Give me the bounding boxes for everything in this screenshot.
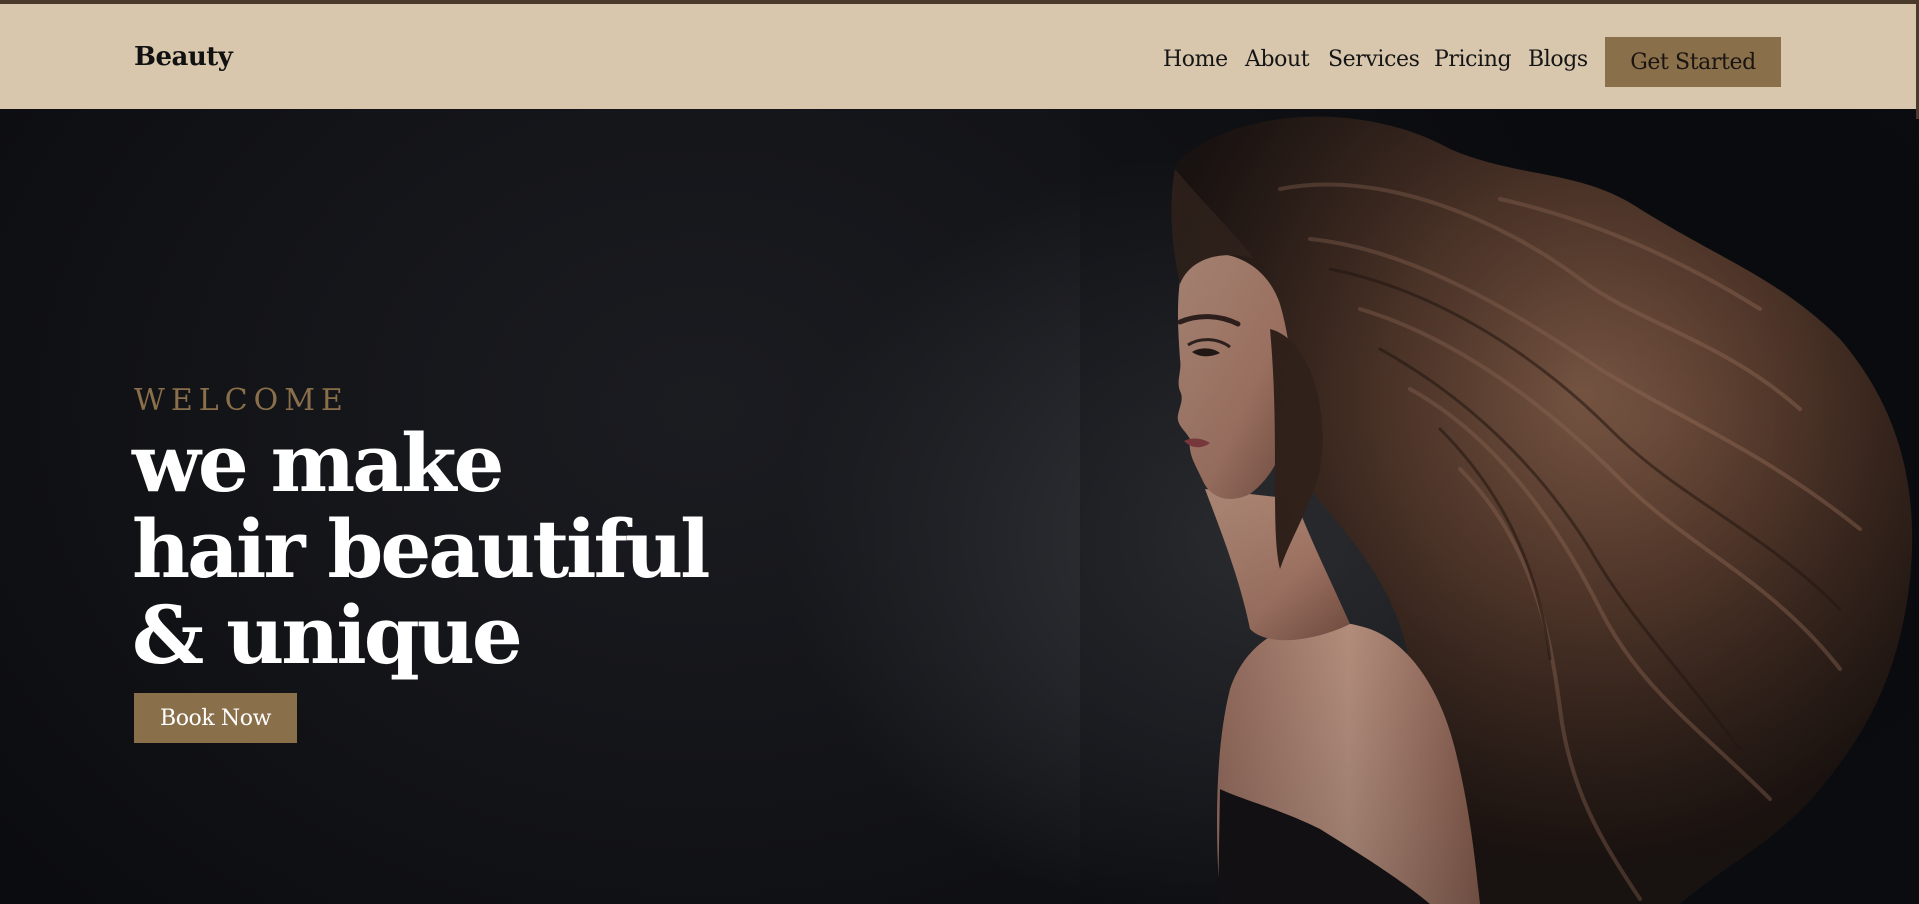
nav-link-about[interactable]: About <box>1245 47 1310 72</box>
hero-eyebrow: WELCOME <box>134 383 349 418</box>
headline-line-3: & unique <box>132 588 523 682</box>
headline-line-1: we make <box>132 416 504 510</box>
page: Beauty Home About Services Pricing Blogs… <box>0 0 1919 904</box>
hero-image <box>1080 109 1919 904</box>
nav-link-services[interactable]: Services <box>1328 47 1420 72</box>
brand-logo[interactable]: Beauty <box>134 42 233 72</box>
book-now-button[interactable]: Book Now <box>134 693 297 743</box>
get-started-button[interactable]: Get Started <box>1605 37 1781 87</box>
headline-line-2: hair beautiful <box>132 502 711 596</box>
nav-link-pricing[interactable]: Pricing <box>1434 47 1512 72</box>
nav-link-blogs[interactable]: Blogs <box>1528 47 1588 72</box>
nav-link-home[interactable]: Home <box>1163 47 1228 72</box>
hero-headline: we make hair beautiful & unique <box>132 416 711 682</box>
